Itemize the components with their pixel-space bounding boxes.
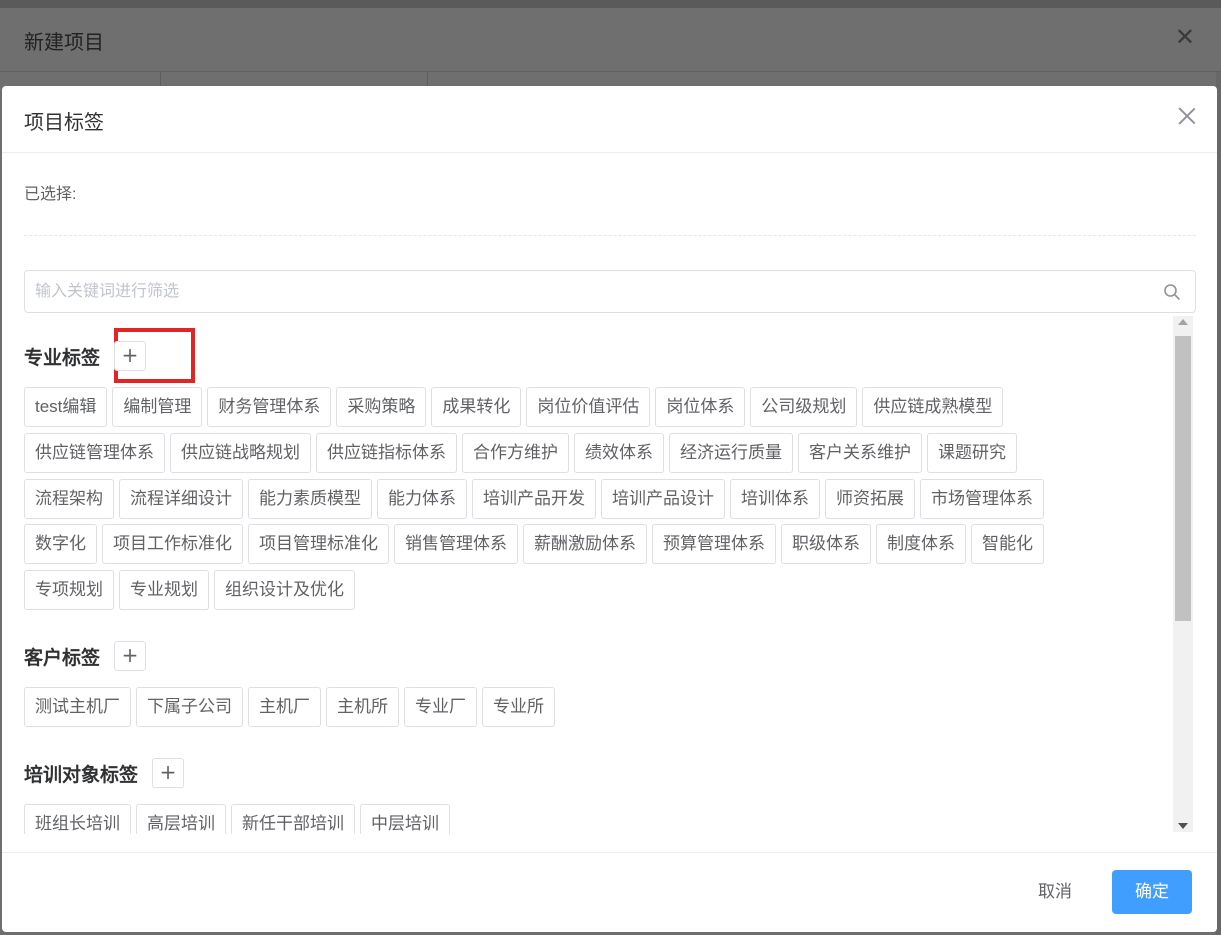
tag-chip[interactable]: 制度体系 [876, 524, 966, 564]
add-tag-button[interactable]: + [114, 341, 147, 371]
tag-chip[interactable]: 主机所 [326, 687, 399, 727]
section-title: 客户标签 [24, 647, 101, 669]
tag-chip[interactable]: 班组长培训 [24, 804, 131, 834]
tag-chip[interactable]: 流程详细设计 [119, 479, 243, 519]
background-dialog-header: 新建项目 ✕ [0, 8, 1221, 72]
add-tag-button[interactable]: + [114, 641, 147, 671]
tag-row: 专项规划 专业规划 组织设计及优化 [24, 570, 360, 610]
tag-chip[interactable]: 公司级规划 [750, 387, 858, 427]
tag-chip[interactable]: 专业规划 [119, 570, 209, 610]
background-close-icon[interactable]: ✕ [1175, 24, 1195, 52]
tag-chip[interactable]: 测试主机厂 [24, 687, 131, 727]
tag-chip[interactable]: 流程架构 [24, 479, 114, 519]
search-icon[interactable] [1163, 283, 1181, 301]
tag-chip[interactable]: 岗位体系 [655, 387, 746, 427]
tag-chip[interactable]: 销售管理体系 [394, 524, 518, 564]
tag-chip[interactable]: 新任干部培训 [231, 804, 355, 834]
section-title: 培训对象标签 [24, 764, 139, 786]
tag-list: 专业标签 + test编辑 编制管理 财务管理体系 采购策略 成果转化 岗位价值评估 岗位体… [24, 316, 1172, 834]
tag-chip[interactable]: 专项规划 [24, 570, 114, 610]
scrollbar-thumb[interactable] [1175, 336, 1191, 621]
tag-row: test编辑 编制管理 财务管理体系 采购策略 成果转化 岗位价值评估 岗位体系 公司级规划供… [24, 387, 1008, 427]
close-icon[interactable] [1175, 104, 1199, 128]
tag-chip[interactable]: 师资拓展 [825, 479, 915, 519]
tag-chip[interactable]: 主机厂 [248, 687, 321, 727]
tag-chip[interactable]: 培训产品设计 [601, 479, 725, 519]
tag-chip[interactable]: 项目管理标准化 [248, 524, 389, 564]
tag-chip[interactable]: 财务管理体系 [207, 387, 332, 427]
tag-chip[interactable]: 采购策略 [336, 387, 427, 427]
add-tag-button[interactable]: + [152, 758, 185, 788]
background-top-strip [0, 0, 1221, 8]
tag-chip[interactable]: 能力体系 [377, 479, 467, 519]
tag-chip[interactable]: 智能化 [971, 524, 1044, 564]
tag-chip[interactable]: 市场管理体系 [920, 479, 1044, 519]
tag-row: 班组长培训 高层培训 新任干部培训 中层培训 [24, 804, 455, 834]
scrollbar[interactable] [1173, 316, 1193, 832]
tag-chip[interactable]: 供应链管理体系 [24, 433, 165, 473]
search-input[interactable] [35, 271, 1155, 312]
tag-chip[interactable]: 培训产品开发 [472, 479, 596, 519]
section-header-training: 培训对象标签 + [24, 757, 185, 789]
tag-chip[interactable]: 供应链成熟模型 [862, 387, 1004, 427]
tag-chip[interactable]: test编辑 [24, 387, 108, 427]
scroll-down-arrow-icon[interactable] [1178, 823, 1188, 829]
search-box[interactable] [24, 270, 1196, 313]
dialog-footer: 取消 确定 [2, 852, 1217, 932]
tag-chip[interactable]: 供应链战略规划 [170, 433, 311, 473]
tag-row: 供应链管理体系 供应链战略规划 供应链指标体系 合作方维护 绩效体系 经济运行质量 客户关系… [24, 433, 1022, 473]
cancel-button[interactable]: 取消 [1024, 870, 1086, 914]
selected-tags-label: 已选择: [24, 186, 77, 203]
scroll-up-arrow-icon[interactable] [1178, 319, 1188, 325]
tag-row: 测试主机厂 下属子公司 主机厂 主机所 专业厂 专业所 [24, 687, 560, 727]
tag-chip[interactable]: 岗位价值评估 [526, 387, 651, 427]
tag-row: 数字化 项目工作标准化 项目管理标准化 销售管理体系 薪酬激励体系 预算管理体系 职级体系制… [24, 524, 1049, 564]
tag-chip[interactable]: 课题研究 [927, 433, 1017, 473]
section-header-professional: 专业标签 + [24, 340, 147, 372]
section-title: 专业标签 [24, 347, 101, 369]
tag-row: 流程架构 流程详细设计 能力素质模型 能力体系 培训产品开发 培训产品设计 培训体系 师资拓展… [24, 479, 1049, 519]
tag-chip[interactable]: 培训体系 [730, 479, 820, 519]
tag-chip[interactable]: 专业所 [482, 687, 555, 727]
tag-chip[interactable]: 成果转化 [431, 387, 522, 427]
tag-chip[interactable]: 下属子公司 [136, 687, 243, 727]
tag-chip[interactable]: 合作方维护 [462, 433, 569, 473]
tag-chip[interactable]: 数字化 [24, 524, 97, 564]
tag-chip[interactable]: 经济运行质量 [669, 433, 793, 473]
tag-chip[interactable]: 职级体系 [781, 524, 871, 564]
divider [24, 235, 1196, 236]
section-header-customer: 客户标签 + [24, 640, 147, 672]
tag-chip[interactable]: 组织设计及优化 [214, 570, 355, 610]
tag-chip[interactable]: 客户关系维护 [798, 433, 922, 473]
tag-chip[interactable]: 预算管理体系 [652, 524, 776, 564]
tag-chip[interactable]: 编制管理 [112, 387, 203, 427]
tag-chip[interactable]: 薪酬激励体系 [523, 524, 647, 564]
tag-chip[interactable]: 高层培训 [136, 804, 226, 834]
dialog-title: 项目标签 [24, 112, 104, 134]
tag-chip[interactable]: 专业厂 [404, 687, 477, 727]
tag-dialog: 项目标签 已选择: 专业标签 + test编辑编制管理财务管理体系采购策略成果转… [2, 86, 1217, 932]
confirm-button[interactable]: 确定 [1112, 870, 1192, 914]
tag-chip[interactable]: 供应链指标体系 [316, 433, 457, 473]
tag-chip[interactable]: 绩效体系 [574, 433, 664, 473]
tag-chip[interactable]: 能力素质模型 [248, 479, 372, 519]
dialog-header: 项目标签 [2, 86, 1217, 153]
tag-chip[interactable]: 中层培训 [360, 804, 450, 834]
tag-chip[interactable]: 项目工作标准化 [102, 524, 243, 564]
background-dialog-title: 新建项目 [24, 32, 104, 54]
